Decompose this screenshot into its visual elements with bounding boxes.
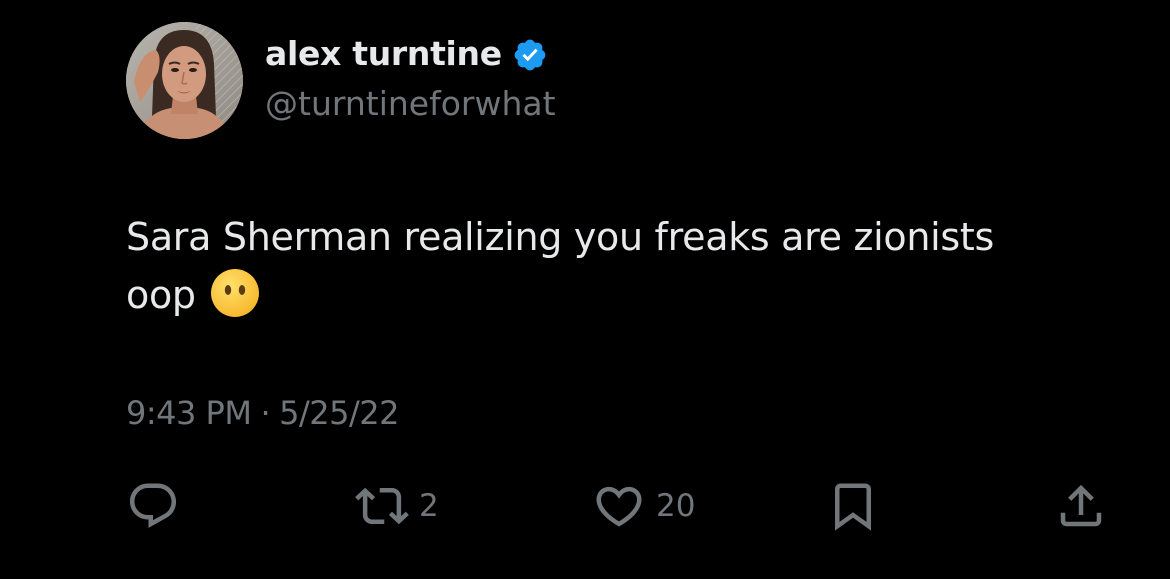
tweet-text-line-2-text: oop <box>126 273 196 317</box>
heart-icon <box>592 479 646 533</box>
face-without-mouth-icon <box>210 268 260 318</box>
like-count: 20 <box>656 488 696 524</box>
share-button[interactable] <box>1054 478 1108 534</box>
verified-badge-icon <box>512 37 548 73</box>
reply-button[interactable] <box>126 478 180 534</box>
tweet-date: 5/25/22 <box>279 394 399 432</box>
like-button[interactable]: 20 <box>592 478 695 534</box>
retweet-count: 2 <box>419 488 439 524</box>
avatar-image <box>126 22 243 139</box>
reply-icon <box>126 479 180 533</box>
bookmark-button[interactable] <box>826 478 880 534</box>
tweet-text-line-2: oop <box>126 266 1086 324</box>
author-name-row: alex turntine <box>265 34 548 73</box>
tweet-actions-bar: 2 20 <box>0 478 1170 538</box>
retweet-button[interactable]: 2 <box>355 478 439 534</box>
tweet-text-line-1: Sara Sherman realizing you freaks are zi… <box>126 215 994 259</box>
author-display-name[interactable]: alex turntine <box>265 34 502 73</box>
tweet-text: Sara Sherman realizing you freaks are zi… <box>126 208 1086 324</box>
tweet-card: alex turntine @turntineforwhat Sara Sher… <box>0 0 1170 579</box>
avatar[interactable] <box>126 22 243 139</box>
author-handle[interactable]: @turntineforwhat <box>265 84 556 123</box>
share-icon <box>1054 479 1108 533</box>
bookmark-icon <box>826 479 880 533</box>
retweet-icon <box>355 479 409 533</box>
tweet-timestamp[interactable]: 9:43 PM · 5/25/22 <box>126 394 399 432</box>
tweet-time: 9:43 PM <box>126 394 252 432</box>
timestamp-separator: · <box>260 394 271 432</box>
